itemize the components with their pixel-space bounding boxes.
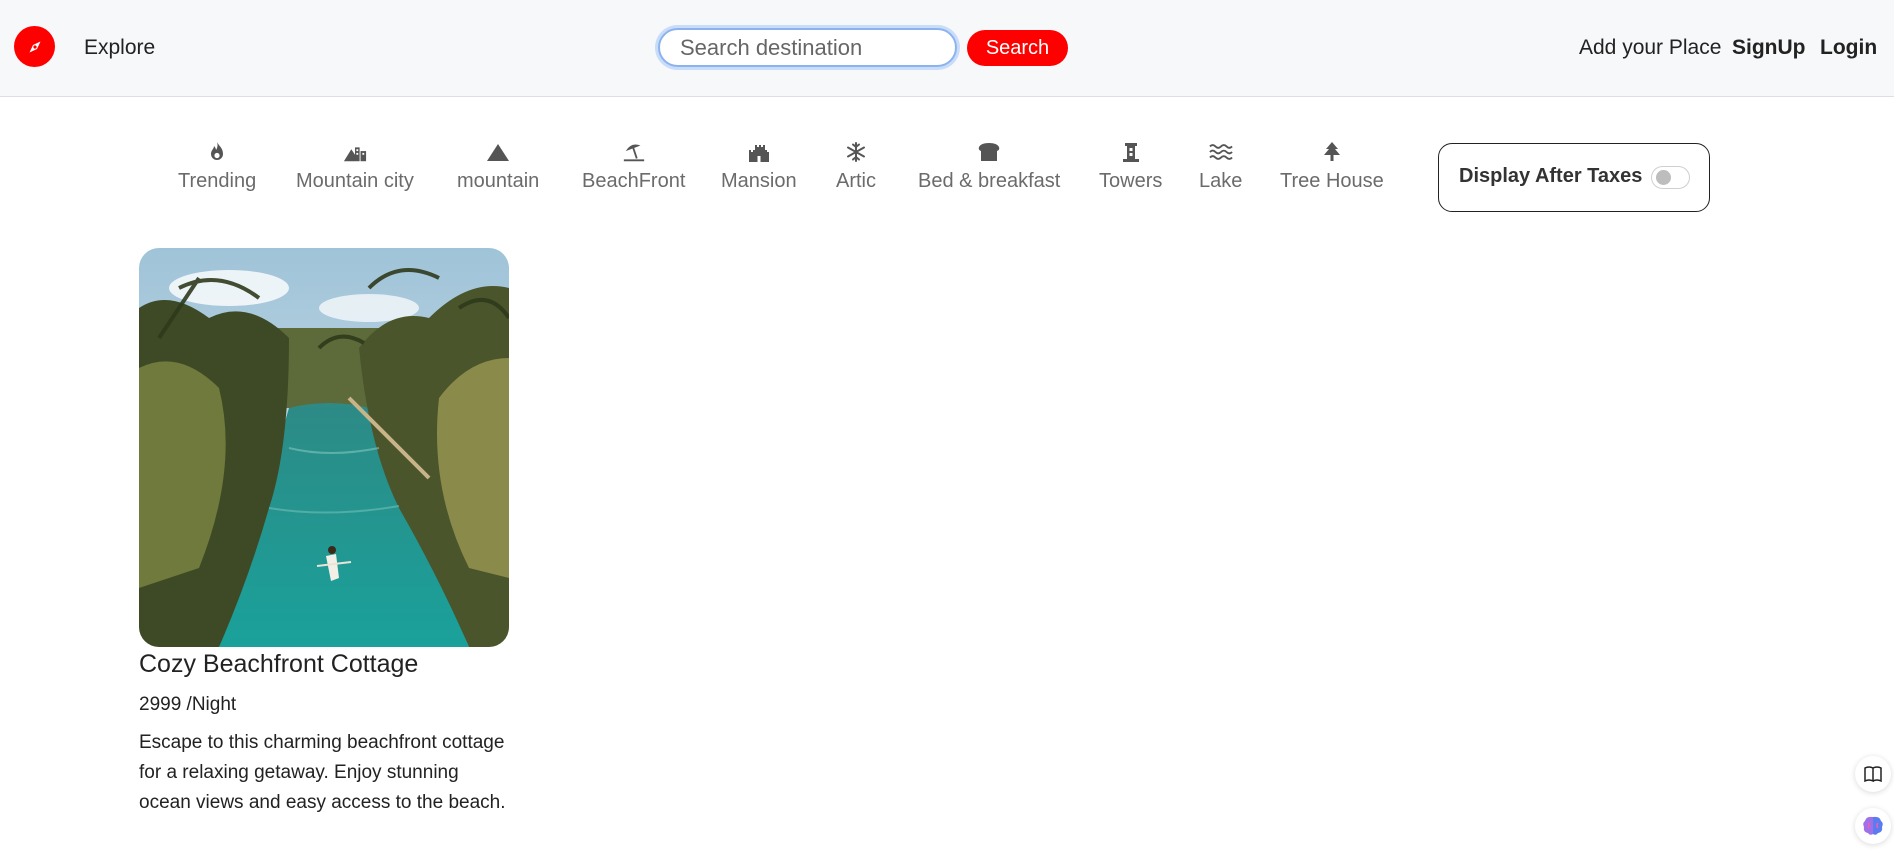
signup-link[interactable]: SignUp xyxy=(1732,36,1806,60)
listing-description: Escape to this charming beachfront cotta… xyxy=(139,732,506,813)
filter-mountain[interactable]: mountain xyxy=(457,140,539,193)
listing-image[interactable] xyxy=(139,248,509,647)
listing-title[interactable]: Cozy Beachfront Cottage xyxy=(139,650,418,679)
filter-label: Mansion xyxy=(721,170,797,192)
brain-icon[interactable] xyxy=(1855,808,1891,844)
add-place-link[interactable]: Add your Place xyxy=(1579,36,1721,60)
fire-icon xyxy=(205,140,229,164)
filter-label: Bed & breakfast xyxy=(918,170,1061,192)
tower-icon xyxy=(1119,140,1143,164)
navbar: Explore Search Add your Place SignUp Log… xyxy=(0,0,1894,97)
filter-trending[interactable]: Trending xyxy=(178,140,256,193)
water-icon xyxy=(1208,140,1233,164)
filter-label: mountain xyxy=(457,170,540,192)
filter-label: Towers xyxy=(1099,170,1163,192)
filter-mansion[interactable]: Mansion xyxy=(721,140,797,193)
bread-icon xyxy=(977,140,1001,164)
tax-toggle-label: Display After Taxes xyxy=(1459,165,1643,187)
filter-label: Tree House xyxy=(1280,170,1384,192)
filter-bed-breakfast[interactable]: Bed & breakfast xyxy=(918,140,1060,193)
castle-icon xyxy=(747,140,771,164)
mountain-city-icon xyxy=(343,140,367,164)
listing-price: 2999 /Night xyxy=(139,694,237,715)
filter-beachfront[interactable]: BeachFront xyxy=(582,140,685,193)
tax-toggle-switch[interactable] xyxy=(1651,166,1690,189)
filter-towers[interactable]: Towers xyxy=(1099,140,1162,193)
filter-tree-house[interactable]: Tree House xyxy=(1280,140,1384,193)
explore-link[interactable]: Explore xyxy=(84,36,155,60)
search-input[interactable] xyxy=(658,28,957,67)
filter-artic[interactable]: Artic xyxy=(836,140,876,193)
filter-label: Artic xyxy=(836,170,876,192)
filter-label: Lake xyxy=(1199,170,1243,192)
search-button[interactable]: Search xyxy=(967,30,1068,66)
filter-lake[interactable]: Lake xyxy=(1199,140,1242,193)
book-icon[interactable] xyxy=(1855,756,1891,792)
filter-mountain-city[interactable]: Mountain city xyxy=(296,140,414,193)
filter-label: Trending xyxy=(178,170,257,192)
filter-label: Mountain city xyxy=(296,170,414,192)
tree-icon xyxy=(1320,140,1344,164)
compass-logo-icon[interactable] xyxy=(14,26,55,67)
mountain-icon xyxy=(486,140,510,164)
toggle-knob xyxy=(1656,170,1671,185)
filter-label: BeachFront xyxy=(582,170,686,192)
login-link[interactable]: Login xyxy=(1820,36,1877,60)
umbrella-beach-icon xyxy=(622,140,646,164)
snowflake-icon xyxy=(844,140,868,164)
tax-toggle-box: Display After Taxes xyxy=(1438,143,1710,212)
